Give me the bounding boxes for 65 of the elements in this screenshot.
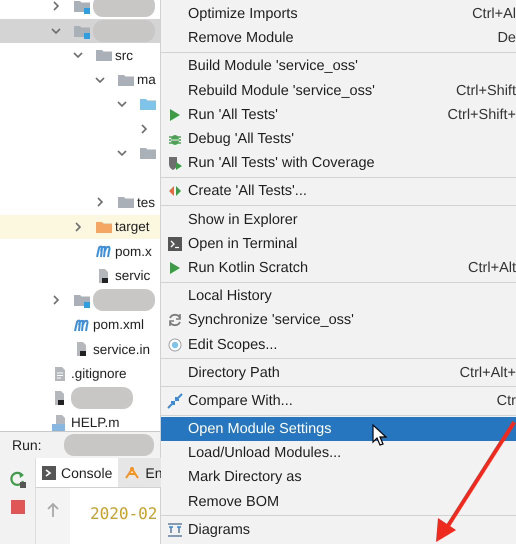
folder-icon [117,194,135,210]
menu-item[interactable]: Show in Explorer [161,208,306,232]
menu-item[interactable]: Remove Module De [161,26,516,50]
tree-item-label: HELP.m [71,415,120,430]
maven-m-icon [95,243,113,260]
folder-icon [139,96,157,112]
stop-icon[interactable] [10,500,24,514]
folder-icon [73,292,91,308]
tree-item-label: pom.x [115,244,152,259]
tree-item-label: pom.xml [93,317,144,332]
tree-item-label: target [115,219,150,234]
mouse-cursor-icon [372,424,388,448]
folder-icon [139,145,157,162]
tree-item-label: .gitignore [71,366,127,382]
console-icon [42,466,56,480]
tree-row[interactable]: src [0,43,160,68]
diamond-arrows-icon [168,185,182,198]
diagram-icon [166,522,182,537]
radio-circle-icon [168,338,182,352]
rerun-icon[interactable] [8,470,26,488]
tree-row[interactable]: servic [0,264,160,288]
menu-item[interactable]: Debug 'All Tests' [161,126,302,152]
menu-item[interactable]: Local History [161,284,280,308]
menu-item[interactable]: Open Module Settings [161,417,516,442]
sync-icon [168,313,182,328]
maven-m-icon [73,316,91,333]
tree-row[interactable]: HELP.m [0,410,160,431]
menu-item[interactable]: Remove BOM [161,490,288,514]
tree-row[interactable]: pom.x [0,239,160,264]
tree-row[interactable]: .gitignore [0,362,160,386]
menu-item[interactable]: Synchronize 'service_oss' [161,308,362,332]
tree-item-label: service.in [93,342,150,357]
shield-play-icon [166,155,182,172]
menu-item[interactable]: Build Module 'service_oss' [161,54,366,79]
tree-item-label: src [115,48,133,63]
menu-item[interactable]: Directory Path Ctrl+Alt+ [161,360,516,385]
menu-item[interactable]: Edit Scopes... [161,332,286,357]
run-label: Run: [12,437,42,453]
tree-item-label: tes [137,194,156,210]
menu-item[interactable]: Run Kotlin Scratch Ctrl+Alt [161,256,516,280]
menu-item[interactable]: Run 'All Tests' Ctrl+Shift+ [161,102,516,127]
tree-row[interactable]: ma [0,68,160,92]
tree-item-label: servic [115,268,150,284]
folder-icon [95,47,113,64]
console-line: 2020-02 [90,504,158,523]
terminal-icon [168,236,182,251]
menu-item[interactable]: Diagrams [161,518,258,542]
tree-row[interactable]: service.in [0,337,160,362]
menu-item[interactable]: Run 'All Tests' with Coverage [161,151,383,176]
menu-item[interactable]: Compare With... Ctr [161,388,516,413]
play-icon [168,108,180,122]
menu-item[interactable]: Create 'All Tests'... [161,179,315,204]
network-icon [124,466,140,480]
play-icon [168,260,180,275]
folder-icon [73,0,91,14]
tree-row[interactable]: target [0,214,160,239]
tree-row[interactable]: tes [0,190,160,214]
run-tab[interactable]: Console [36,458,118,487]
tree-row[interactable]: pom.xml [0,312,160,337]
tree-item-label: ma [137,72,156,88]
menu-item[interactable]: Rebuild Module 'service_oss' Ctrl+Shift [161,78,516,103]
menu-item[interactable]: Optimize Imports Ctrl+Al [161,2,516,26]
bug-icon [168,132,182,146]
menu-item[interactable]: Open in Terminal [161,232,306,256]
compare-arrows-icon [166,392,182,409]
